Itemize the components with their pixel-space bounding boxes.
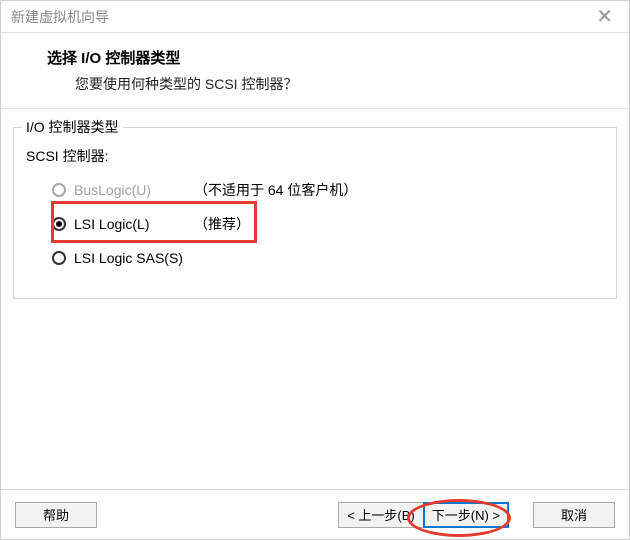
io-controller-group: I/O 控制器类型 SCSI 控制器: BusLogic(U) （不适用于 64…	[13, 127, 617, 299]
option-lsilogic-sas[interactable]: LSI Logic SAS(S)	[52, 244, 606, 272]
window-title: 新建虚拟机向导	[11, 7, 109, 27]
wizard-window: 新建虚拟机向导 ✕ 选择 I/O 控制器类型 您要使用何种类型的 SCSI 控制…	[0, 0, 630, 540]
next-button[interactable]: 下一步(N) >	[423, 502, 509, 528]
help-button[interactable]: 帮助	[15, 502, 97, 528]
option-lsilogic-sas-label: LSI Logic SAS(S)	[74, 250, 194, 266]
wizard-footer: 帮助 < 上一步(B) 下一步(N) > 取消	[1, 489, 629, 539]
option-buslogic-label: BusLogic(U)	[74, 182, 194, 198]
option-lsilogic-note: （推荐）	[194, 214, 250, 234]
radio-lsilogic[interactable]	[52, 217, 66, 231]
back-button[interactable]: < 上一步(B)	[338, 502, 424, 528]
option-lsilogic[interactable]: LSI Logic(L) （推荐）	[52, 210, 606, 238]
next-button-label: 下一步(N) >	[432, 505, 500, 524]
option-buslogic-note: （不适用于 64 位客户机）	[194, 180, 357, 200]
radio-buslogic	[52, 183, 66, 197]
cancel-button[interactable]: 取消	[533, 502, 615, 528]
scsi-controller-label: SCSI 控制器:	[26, 146, 606, 166]
titlebar: 新建虚拟机向导 ✕	[1, 1, 629, 33]
wizard-header: 选择 I/O 控制器类型 您要使用何种类型的 SCSI 控制器？	[1, 33, 629, 109]
group-legend: I/O 控制器类型	[22, 117, 123, 137]
back-button-label: < 上一步(B)	[347, 505, 415, 524]
close-icon[interactable]: ✕	[590, 7, 619, 27]
page-title: 选择 I/O 控制器类型	[47, 47, 591, 68]
radio-lsilogic-sas[interactable]	[52, 251, 66, 265]
help-button-label: 帮助	[43, 505, 69, 524]
option-lsilogic-label: LSI Logic(L)	[74, 216, 194, 232]
page-subtitle: 您要使用何种类型的 SCSI 控制器？	[75, 74, 591, 94]
option-buslogic: BusLogic(U) （不适用于 64 位客户机）	[52, 176, 606, 204]
cancel-button-label: 取消	[561, 505, 587, 524]
